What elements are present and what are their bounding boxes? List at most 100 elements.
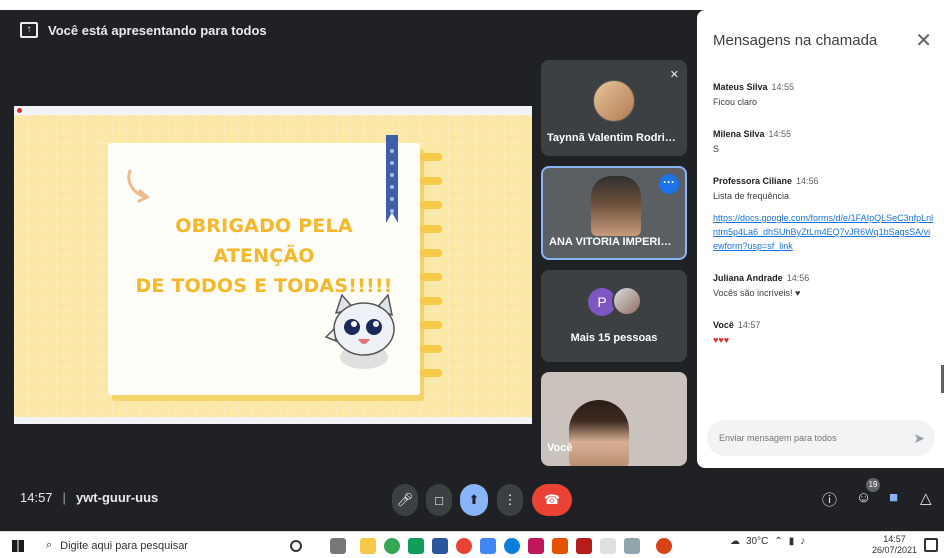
chrome-icon[interactable] <box>456 538 472 554</box>
windows-taskbar: ⌕ Digite aqui para pesquisar ☁ 30°C ⌃ ▮ … <box>0 531 944 558</box>
clock-date: 26/07/2021 <box>872 545 918 555</box>
system-tray: ☁ 30°C ⌃ ▮ ♪ <box>730 536 805 547</box>
windows-start-icon[interactable] <box>12 540 24 552</box>
app-icon[interactable] <box>408 538 424 554</box>
app-icon[interactable] <box>480 538 496 554</box>
slide-status-bar <box>14 417 532 424</box>
arrow-decoration-icon <box>127 169 150 203</box>
app-icon[interactable] <box>552 538 568 554</box>
present-icon: ⬆ <box>468 492 480 507</box>
chat-message: Professora Ciliane 14:56 Lista de frequên… <box>713 176 935 253</box>
more-vert-icon: ⋮ <box>503 492 517 507</box>
chrome-icon[interactable] <box>384 538 400 554</box>
end-call-button[interactable]: ☎ <box>532 484 572 516</box>
edge-icon[interactable] <box>504 538 520 554</box>
present-icon: ↑ <box>20 22 38 38</box>
meeting-separator: | <box>62 490 66 505</box>
mic-icon: 🎤︎ <box>396 492 414 507</box>
people-icon[interactable]: ☺ <box>856 489 871 506</box>
ribbon-dots-decoration <box>388 145 396 215</box>
top-strip <box>0 0 944 10</box>
cortana-icon[interactable] <box>290 540 302 552</box>
participant-tile[interactable]: ··· ANA VITORIA IMPERIAN... <box>541 166 687 260</box>
close-icon[interactable]: ✕ <box>915 28 932 53</box>
send-icon[interactable]: ➤ <box>913 430 925 447</box>
camera-icon: □ <box>435 492 443 508</box>
avatar <box>612 286 642 316</box>
participant-name: Taynnã Valentim Rodrigues <box>547 132 687 144</box>
message-author: Mateus Silva <box>713 82 768 92</box>
search-icon: ⌕ <box>46 539 53 551</box>
more-options-icon[interactable]: ··· <box>659 174 679 194</box>
temperature: 30°C <box>746 536 769 547</box>
more-participants-tile[interactable]: P Mais 15 pessoas <box>541 270 687 362</box>
self-tile[interactable]: Você <box>541 372 687 466</box>
app-icon[interactable] <box>600 538 616 554</box>
mic-button[interactable]: 🎤︎ <box>392 484 418 516</box>
slide-message: OBRIGADO PELA ATENÇÃO DE TODOS E TODAS!!… <box>134 211 394 301</box>
chat-input[interactable] <box>707 420 887 456</box>
message-time: 14:55 <box>768 129 792 139</box>
presenting-text: Você está apresentando para todos <box>48 22 267 38</box>
notifications-icon[interactable] <box>924 538 938 552</box>
clock-time: 14:57 <box>883 534 906 544</box>
meet-window: ↑ Você está apresentando para todos OBRI… <box>0 0 944 558</box>
word-icon[interactable] <box>432 538 448 554</box>
message-text: Lista de frequência <box>713 191 790 201</box>
camera-button[interactable]: □ <box>426 484 452 516</box>
file-explorer-icon[interactable] <box>360 538 376 554</box>
app-icon[interactable] <box>624 538 640 554</box>
chat-input-box: ➤ <box>707 420 935 456</box>
network-icon[interactable]: ▮ <box>789 536 795 547</box>
avatar <box>593 80 635 122</box>
message-time: 14:55 <box>771 82 795 92</box>
task-view-icon[interactable] <box>330 538 346 554</box>
taskbar-search-placeholder: Digite aqui para pesquisar <box>60 539 188 552</box>
taskbar-search[interactable]: ⌕ Digite aqui para pesquisar <box>40 534 276 557</box>
chevron-up-icon[interactable]: ⌃ <box>774 536 782 547</box>
message-author: Professora Ciliane <box>713 176 793 186</box>
volume-icon[interactable]: ♪ <box>800 536 805 547</box>
shared-screen: OBRIGADO PELA ATENÇÃO DE TODOS E TODAS!!… <box>14 106 532 424</box>
chat-message: Milena Silva 14:55 S <box>713 129 935 156</box>
message-time: 14:57 <box>737 320 761 330</box>
cat-mascot-icon <box>324 293 395 369</box>
chat-messages: Mateus Silva 14:55 Ficou claro Milena Sil… <box>713 82 935 367</box>
meeting-info: 14:57 | ywt-guur-uus <box>20 490 158 505</box>
meeting-time: 14:57 <box>20 490 53 505</box>
app-icon[interactable] <box>528 538 544 554</box>
presenting-banner: ↑ Você está apresentando para todos <box>20 18 267 42</box>
chat-message: Mateus Silva 14:55 Ficou claro <box>713 82 935 109</box>
participant-video <box>591 176 641 236</box>
info-icon[interactable]: ⓘ <box>822 489 837 510</box>
chat-message: Você 14:57 ♥♥♥ <box>713 320 935 347</box>
chat-icon[interactable]: ■ <box>889 489 898 506</box>
netflix-icon[interactable] <box>576 538 592 554</box>
taskbar-clock[interactable]: 14:57 26/07/2021 <box>872 534 917 556</box>
slide-line-1: OBRIGADO PELA ATENÇÃO <box>175 215 353 267</box>
app-icon[interactable] <box>656 538 672 554</box>
present-button[interactable]: ⬆ <box>460 484 488 516</box>
mic-off-icon: ✕ <box>669 69 679 81</box>
notebook-rings <box>420 147 446 397</box>
message-time: 14:56 <box>796 176 819 186</box>
participant-name: Você <box>547 442 573 454</box>
self-video <box>569 400 629 466</box>
weather-icon: ☁ <box>730 536 740 547</box>
message-text: ♥♥♥ <box>713 335 730 345</box>
end-call-icon: ☎ <box>543 492 561 507</box>
chat-panel: Mensagens na chamada ✕ Mateus Silva 14:55… <box>697 10 944 468</box>
presentation-slide: OBRIGADO PELA ATENÇÃO DE TODOS E TODAS!!… <box>14 115 532 417</box>
chat-title: Mensagens na chamada <box>713 32 878 49</box>
shared-screen-titlebar <box>14 106 532 115</box>
meeting-code[interactable]: ywt-guur-uus <box>76 490 158 505</box>
browser-icon <box>17 108 22 113</box>
message-link[interactable]: https://docs.google.com/forms/d/e/1FAIpQ… <box>713 211 935 253</box>
message-text: Ficou claro <box>713 97 758 107</box>
activities-icon[interactable]: △ <box>920 489 932 507</box>
message-author: Juliana Andrade <box>713 273 783 283</box>
more-options-button[interactable]: ⋮ <box>497 484 523 516</box>
message-author: Milena Silva <box>713 129 765 139</box>
participant-name: Mais 15 pessoas <box>570 332 658 344</box>
participant-tile[interactable]: ✕ Taynnã Valentim Rodrigues <box>541 60 687 156</box>
